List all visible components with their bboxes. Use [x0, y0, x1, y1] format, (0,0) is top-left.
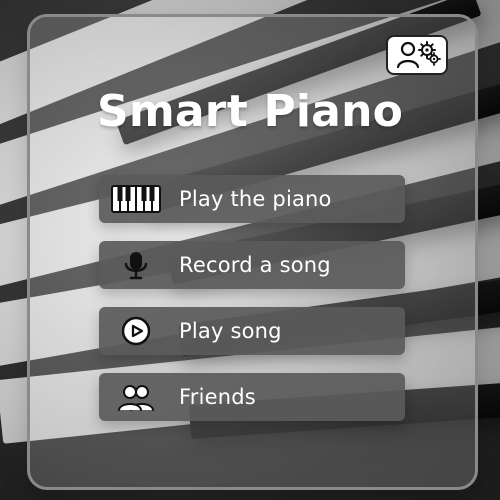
menu-item-label: Play the piano — [179, 187, 332, 211]
menu-item-record-a-song[interactable]: Record a song — [99, 241, 405, 289]
page-title: Smart Piano — [96, 86, 404, 137]
menu-item-friends[interactable]: Friends — [99, 373, 405, 421]
menu-item-label: Play song — [179, 319, 282, 343]
menu-item-play-the-piano[interactable]: Play the piano — [99, 175, 405, 223]
menu-item-play-song[interactable]: Play song — [99, 307, 405, 355]
friends-icon — [111, 381, 163, 413]
menu-item-label: Friends — [179, 385, 256, 409]
main-menu: Play the piano Record a song Play song F… — [99, 175, 405, 421]
play-circle-icon — [111, 315, 163, 347]
piano-keys-icon — [111, 183, 163, 215]
microphone-icon — [111, 249, 163, 281]
user-settings-button[interactable] — [386, 35, 448, 75]
menu-item-label: Record a song — [179, 253, 331, 277]
user-settings-icon — [392, 39, 442, 71]
smart-piano-screen: Smart Piano Play the piano Record a song… — [0, 0, 500, 500]
